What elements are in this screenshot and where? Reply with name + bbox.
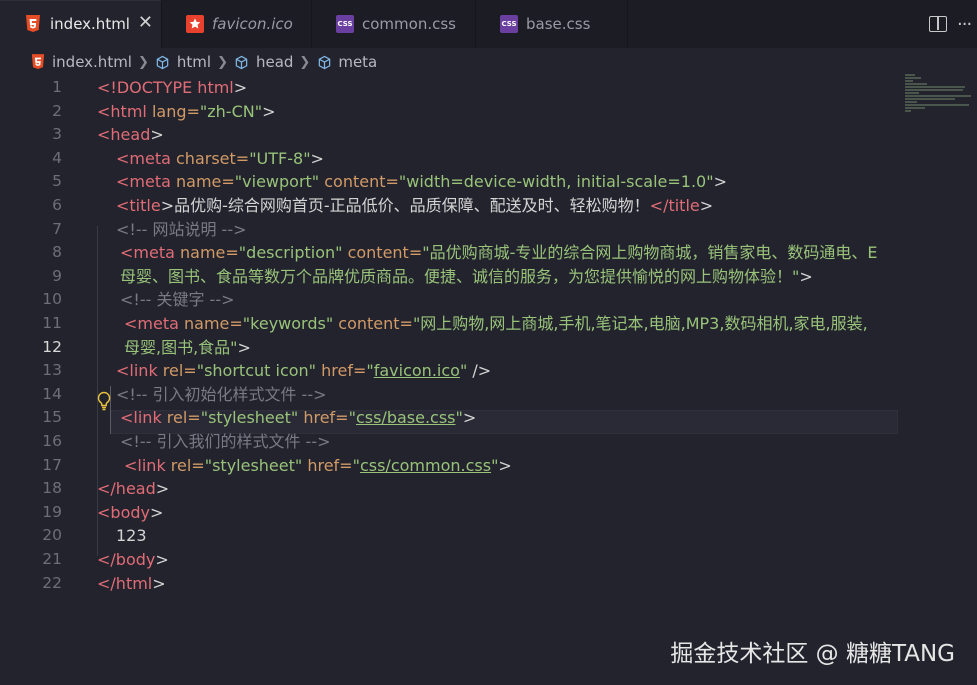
code-line[interactable]: 13 <link rel="shortcut icon" href="favic…	[0, 359, 900, 383]
code-line[interactable]: 20 123	[0, 524, 900, 548]
code-line[interactable]: 6 <title>品优购-综合网购首页-正品低价、品质保障、配送及时、轻松购物！…	[0, 194, 900, 218]
breadcrumb-item[interactable]: index.html	[52, 53, 132, 71]
line-number: 14	[42, 384, 62, 403]
tab-favicon-ico[interactable]: favicon.ico	[162, 0, 312, 48]
code-line[interactable]: 1 <!DOCTYPE html>	[0, 76, 900, 100]
line-number: 11	[42, 314, 62, 332]
file-link[interactable]: css/base.css	[356, 408, 456, 427]
tab-index-html[interactable]: index.html ✕	[0, 0, 162, 48]
close-icon[interactable]: ✕	[138, 14, 153, 32]
line-number: 21	[42, 550, 62, 568]
code-line[interactable]: 14 <!-- 引入初始化样式文件 -->	[0, 383, 900, 407]
line-number: 6	[52, 196, 62, 214]
code-line[interactable]: 16 <!-- 引入我们的样式文件 -->	[0, 430, 900, 454]
line-number: 3	[52, 125, 62, 144]
breadcrumb: index.html ❯ html ❯ head ❯ meta	[30, 51, 377, 73]
breadcrumb-item[interactable]: head	[256, 53, 293, 71]
line-number: 15	[42, 408, 62, 427]
code-line[interactable]: 5 <meta name="viewport" content="width=d…	[0, 170, 900, 194]
html5-icon	[30, 54, 46, 70]
line-number: 22	[42, 573, 62, 592]
code-line[interactable]: 2 <html lang="zh-CN">	[0, 100, 900, 124]
code-line[interactable]: 4 <meta charset="UTF-8">	[0, 147, 900, 171]
star-icon	[186, 15, 204, 33]
code-line[interactable]: 21 </body>	[0, 548, 900, 572]
cube-icon	[155, 54, 171, 70]
line-number: 9	[52, 266, 62, 285]
code-line[interactable]: 11 <meta name="keywords" content="网上购物,网…	[0, 312, 900, 336]
code-line[interactable]: 12 母婴,图书,食品">	[0, 336, 900, 360]
line-number: 13	[42, 361, 62, 380]
code-editor[interactable]: 1 <!DOCTYPE html> 2 <html lang="zh-CN"> …	[0, 76, 977, 636]
watermark: 掘金技术社区 @ 糖糖TANG	[670, 641, 955, 667]
more-actions-icon[interactable]: ···	[957, 14, 972, 35]
split-editor-icon[interactable]	[929, 16, 947, 32]
line-number: 18	[42, 479, 62, 498]
line-number: 8	[52, 243, 62, 262]
code-line[interactable]: 7 <!-- 网站说明 -->	[0, 218, 900, 242]
css-icon: CSS	[336, 15, 354, 33]
breadcrumb-item[interactable]: html	[177, 53, 211, 71]
chevron-right-icon: ❯	[137, 54, 149, 70]
line-number: 1	[52, 78, 62, 96]
file-link[interactable]: favicon.ico	[374, 361, 460, 380]
tab-base-css[interactable]: CSS base.css	[476, 0, 628, 48]
code-line[interactable]: 15 <link rel="stylesheet" href="css/base…	[0, 406, 900, 430]
file-link[interactable]: css/common.css	[360, 456, 491, 475]
tab-label: favicon.ico	[212, 15, 293, 33]
tab-label: base.css	[526, 15, 591, 33]
css-icon: CSS	[500, 15, 518, 33]
line-number: 5	[52, 172, 62, 191]
line-number: 10	[42, 290, 62, 309]
tab-label: index.html	[50, 15, 130, 33]
line-number: 20	[42, 526, 62, 545]
code-line[interactable]: 17 <link rel="stylesheet" href="css/comm…	[0, 454, 900, 478]
line-number: 7	[52, 219, 62, 238]
line-number: 16	[42, 432, 62, 450]
line-number: 12	[42, 337, 62, 356]
code-line[interactable]: 8 <meta name="description" content="品优购商…	[0, 241, 900, 265]
cube-icon	[234, 54, 250, 70]
chevron-right-icon: ❯	[217, 54, 228, 70]
cube-icon	[316, 54, 332, 70]
line-number: 19	[42, 502, 62, 521]
line-number: 4	[52, 148, 62, 167]
code-line[interactable]: 19 <body>	[0, 501, 900, 525]
html5-icon	[24, 15, 42, 33]
code-line[interactable]: 9 母婴、图书、食品等数万个品牌优质商品。便捷、诚信的服务，为您提供愉悦的网上购…	[0, 265, 900, 289]
tab-common-css[interactable]: CSS common.css	[312, 0, 476, 48]
editor-tab-bar: index.html ✕ favicon.ico CSS common.css …	[0, 0, 977, 48]
code-line[interactable]: 18 </head>	[0, 477, 900, 501]
breadcrumb-item[interactable]: meta	[338, 53, 377, 71]
line-number: 17	[42, 455, 62, 474]
line-number: 2	[52, 101, 62, 120]
chevron-right-icon: ❯	[299, 54, 311, 70]
code-line[interactable]: 3 <head>	[0, 123, 900, 147]
tab-label: common.css	[362, 15, 456, 33]
code-line[interactable]: 10 <!-- 关键字 -->	[0, 288, 900, 312]
code-line[interactable]: 22 </html>	[0, 572, 900, 596]
